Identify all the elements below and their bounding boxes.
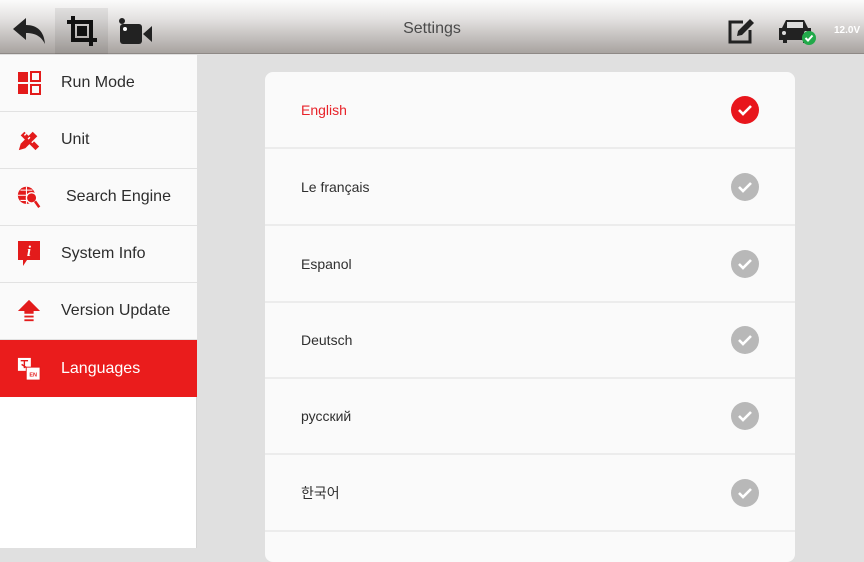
run-mode-icon: [17, 71, 41, 95]
system-info-icon: i: [17, 241, 41, 266]
check-circle-icon: [731, 172, 759, 201]
language-option-german[interactable]: Deutsch: [265, 302, 795, 379]
settings-sidebar: Run Mode Unit Search Engine i System Inf…: [0, 55, 197, 548]
sidebar-item-label: Unit: [61, 131, 90, 148]
version-update-icon: [17, 299, 41, 323]
edit-note-icon: [728, 19, 754, 44]
sidebar-item-label: System Info: [61, 245, 146, 262]
check-circle-icon: [731, 249, 759, 278]
edit-note-button[interactable]: [720, 8, 760, 54]
language-name: Espanol: [301, 255, 352, 272]
language-name: English: [301, 101, 347, 118]
check-circle-icon: [731, 325, 759, 354]
sidebar-item-search-engine[interactable]: Search Engine: [0, 169, 197, 226]
sidebar-item-unit[interactable]: Unit: [0, 112, 197, 169]
sidebar-item-label: Languages: [61, 359, 141, 377]
language-option-english[interactable]: English: [265, 72, 795, 149]
sidebar-item-system-info[interactable]: i System Info: [0, 226, 197, 283]
video-record-button[interactable]: [112, 8, 160, 54]
language-list: English Le français Espanol Deutsch русс…: [265, 72, 795, 562]
check-circle-icon: [731, 478, 759, 507]
sidebar-item-languages[interactable]: EN Languages: [0, 340, 197, 397]
language-option-korean[interactable]: 한국어: [265, 455, 795, 532]
video-record-icon: [119, 18, 152, 44]
screenshot-crop-icon: [66, 16, 97, 46]
language-name: Le français: [301, 178, 370, 195]
sidebar-item-version-update[interactable]: Version Update: [0, 283, 197, 340]
unit-icon: [17, 128, 41, 152]
search-engine-icon: [17, 185, 41, 209]
battery-voltage: 12.0V: [834, 25, 861, 36]
svg-text:EN: EN: [29, 372, 37, 378]
back-button[interactable]: [6, 8, 52, 54]
languages-icon: EN: [17, 357, 41, 381]
vehicle-status-button[interactable]: [768, 8, 828, 54]
sidebar-item-label: Version Update: [61, 302, 171, 319]
language-name: 한국어: [301, 484, 340, 501]
sidebar-item-label: Search Engine: [66, 188, 171, 205]
screenshot-button[interactable]: [55, 8, 108, 54]
sidebar-item-label: Run Mode: [61, 74, 135, 91]
language-option-russian[interactable]: русский: [265, 378, 795, 455]
check-circle-icon: [731, 95, 759, 124]
language-name: Deutsch: [301, 331, 353, 348]
back-icon: [13, 18, 45, 44]
sidebar-item-run-mode[interactable]: Run Mode: [0, 55, 197, 112]
language-option-spanish[interactable]: Espanol: [265, 226, 795, 303]
language-name: русский: [301, 407, 352, 424]
check-circle-icon: [731, 401, 759, 430]
top-bar: Settings 12.0V: [0, 0, 864, 54]
vehicle-connected-icon: [779, 20, 816, 45]
language-option-french[interactable]: Le français: [265, 149, 795, 226]
